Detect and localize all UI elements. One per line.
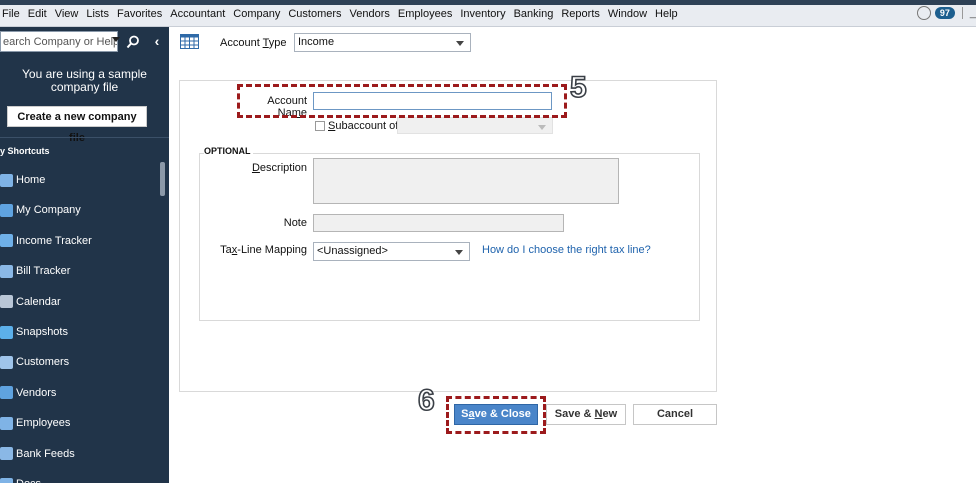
subaccount-checkbox[interactable] bbox=[315, 121, 325, 131]
menu-item-window[interactable]: Window bbox=[604, 8, 651, 20]
shortcut-label: Bill Tracker bbox=[16, 265, 71, 278]
shortcut-snapshots[interactable]: Snapshots bbox=[0, 317, 158, 347]
chevron-down-icon bbox=[455, 250, 463, 255]
reminders-clock-icon[interactable] bbox=[916, 6, 931, 20]
menubar-right: 97 _ bbox=[916, 6, 976, 20]
left-icon-bar: ‹ You are using a sample company file Cr… bbox=[0, 27, 169, 483]
shortcut-bank-feeds[interactable]: Bank Feeds bbox=[0, 439, 158, 469]
menu-item-customers[interactable]: Customers bbox=[284, 8, 345, 20]
taxline-select[interactable]: <Unassigned> bbox=[313, 242, 470, 261]
subaccount-select[interactable] bbox=[397, 117, 553, 134]
sidebar-scrollbar[interactable] bbox=[160, 162, 165, 196]
chevron-down-icon bbox=[538, 125, 546, 130]
subaccount-label: Subaccount of bbox=[328, 120, 399, 132]
menu-item-inventory[interactable]: Inventory bbox=[456, 8, 509, 20]
annotation-highlight-account-name bbox=[237, 84, 567, 118]
snapshots-icon bbox=[0, 325, 13, 339]
my-company-icon bbox=[0, 203, 13, 217]
taxline-label: Tax-Line Mapping bbox=[220, 244, 307, 256]
shortcut-label: Calendar bbox=[16, 295, 61, 308]
description-textarea[interactable] bbox=[313, 158, 619, 204]
taxline-value: <Unassigned> bbox=[317, 245, 388, 257]
menu-item-employees[interactable]: Employees bbox=[394, 8, 456, 20]
taxline-help-link[interactable]: How do I choose the right tax line? bbox=[482, 244, 651, 256]
create-company-button[interactable]: Create a new company file bbox=[7, 106, 147, 144]
note-input[interactable] bbox=[313, 214, 564, 232]
shortcut-label: Vendors bbox=[16, 386, 57, 399]
menu-item-reports[interactable]: Reports bbox=[557, 8, 604, 20]
shortcut-customers[interactable]: Customers bbox=[0, 347, 158, 377]
svg-text:5: 5 bbox=[570, 71, 587, 102]
title-bar-strip bbox=[0, 0, 976, 5]
menu-item-banking[interactable]: Banking bbox=[510, 8, 558, 20]
shortcut-vendors[interactable]: Vendors bbox=[0, 378, 158, 408]
home-icon bbox=[0, 173, 13, 187]
account-type-select[interactable]: Income bbox=[294, 33, 471, 52]
note-label: Note bbox=[283, 217, 307, 229]
search-dropdown-icon[interactable] bbox=[112, 37, 120, 42]
minimize-button[interactable]: _ bbox=[970, 7, 976, 19]
vendors-icon bbox=[0, 386, 13, 400]
svg-text:6: 6 bbox=[418, 384, 435, 415]
shortcut-label: My Company bbox=[16, 204, 81, 217]
save-and-new-button[interactable]: Save & New bbox=[546, 404, 626, 425]
shortcut-employees[interactable]: Employees bbox=[0, 408, 158, 438]
account-toolbar: Account Type Income bbox=[169, 27, 976, 55]
menu-bar: File Edit View Lists Favorites Accountant Comp… bbox=[0, 0, 976, 27]
reminders-count-badge[interactable]: 97 bbox=[934, 7, 955, 19]
shortcut-label: Home bbox=[16, 174, 46, 186]
shortcut-income-tracker[interactable]: Income Tracker bbox=[0, 226, 158, 256]
account-type-label: Account Type bbox=[220, 37, 287, 49]
annotation-step-6: 6 bbox=[417, 383, 435, 415]
account-list-icon bbox=[180, 34, 199, 49]
search-bar: ‹ bbox=[0, 31, 169, 53]
shortcut-home[interactable]: Home bbox=[0, 165, 158, 195]
collapse-sidebar-button[interactable]: ‹ bbox=[148, 31, 166, 52]
menu-item-file[interactable]: File bbox=[0, 8, 24, 20]
shortcuts-header: y Shortcuts bbox=[0, 146, 50, 156]
sample-company-message: You are using a sample company file bbox=[22, 67, 147, 94]
income-tracker-icon bbox=[0, 234, 13, 248]
shortcut-label: Income Tracker bbox=[16, 234, 92, 247]
shortcut-label: Snapshots bbox=[16, 326, 68, 338]
bank-feeds-icon bbox=[0, 447, 13, 461]
employees-icon bbox=[0, 416, 13, 430]
shortcut-label: Employees bbox=[16, 417, 71, 430]
annotation-step-5: 5 bbox=[569, 70, 587, 102]
menu-items: File Edit View Lists Favorites Accountant Comp… bbox=[0, 8, 682, 20]
menu-item-edit[interactable]: Edit bbox=[24, 8, 51, 20]
chevron-down-icon bbox=[456, 41, 464, 46]
description-label: Description bbox=[251, 162, 307, 174]
separator bbox=[961, 7, 963, 19]
cancel-button[interactable]: Cancel bbox=[633, 404, 717, 425]
search-icon[interactable] bbox=[122, 31, 143, 52]
shortcut-calendar[interactable]: Calendar bbox=[0, 287, 158, 317]
menu-item-favorites[interactable]: Favorites bbox=[113, 8, 166, 20]
calendar-icon bbox=[0, 295, 13, 309]
bill-tracker-icon bbox=[0, 264, 13, 278]
annotation-highlight-save-close bbox=[446, 396, 546, 434]
menu-item-view[interactable]: View bbox=[51, 8, 83, 20]
divider bbox=[0, 137, 169, 138]
docs-icon bbox=[0, 477, 13, 483]
shortcut-label: Docs bbox=[16, 478, 41, 483]
shortcut-bill-tracker[interactable]: Bill Tracker bbox=[0, 256, 158, 286]
search-input[interactable] bbox=[0, 31, 118, 52]
menu-item-lists[interactable]: Lists bbox=[82, 8, 113, 20]
menu-item-vendors[interactable]: Vendors bbox=[346, 8, 394, 20]
menu-item-accountant[interactable]: Accountant bbox=[166, 8, 229, 20]
shortcut-my-company[interactable]: My Company bbox=[0, 195, 158, 225]
shortcut-docs[interactable]: Docs bbox=[0, 469, 158, 483]
shortcut-label: Customers bbox=[16, 356, 70, 369]
menu-item-help[interactable]: Help bbox=[651, 8, 682, 20]
customers-icon bbox=[0, 355, 13, 369]
shortcut-label: Bank Feeds bbox=[16, 447, 75, 460]
account-type-value: Income bbox=[298, 36, 335, 48]
menu-item-company[interactable]: Company bbox=[229, 8, 284, 20]
optional-section-label: OPTIONAL bbox=[204, 146, 253, 156]
